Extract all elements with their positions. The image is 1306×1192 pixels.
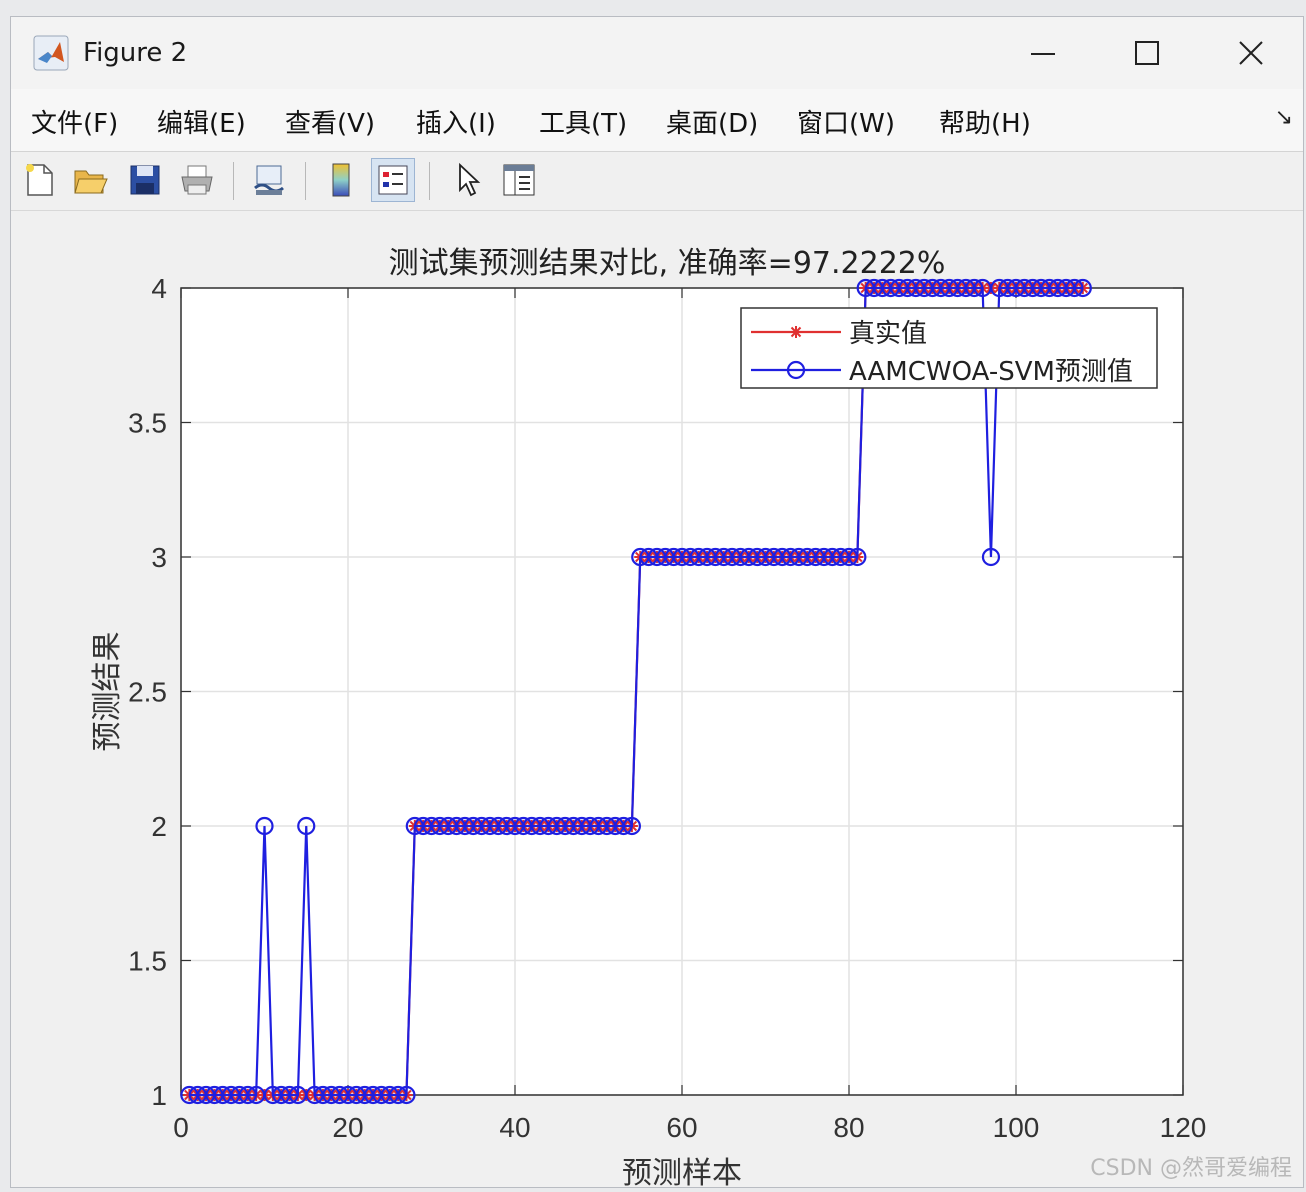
- menu-help[interactable]: 帮助(H): [939, 103, 1031, 140]
- select-pointer-icon: [459, 162, 481, 197]
- menu-insert[interactable]: 插入(I): [416, 103, 496, 140]
- y-tick-label: 3.5: [128, 408, 167, 439]
- property-inspector-icon: [503, 164, 535, 196]
- legend-icon: [378, 165, 408, 195]
- legend-button[interactable]: [371, 158, 415, 202]
- y-tick-label: 1.5: [128, 946, 167, 977]
- new-figure-button[interactable]: [17, 158, 61, 202]
- x-tick-label: 40: [499, 1112, 530, 1143]
- x-tick-label: 100: [993, 1112, 1040, 1143]
- link-plot-button[interactable]: [247, 158, 291, 202]
- chart-title: 测试集预测结果对比, 准确率=97.2222%: [389, 246, 946, 281]
- window-title: Figure 2: [83, 38, 188, 68]
- y-tick-label: 2.5: [128, 677, 167, 708]
- plot-chart[interactable]: 0 20 40 60 80 100 120 1 1.5 2 2.5 3 3.5 4 测试集预测结果对比, 准…: [11, 211, 1304, 1188]
- x-tick-label: 60: [666, 1112, 697, 1143]
- legend-entry-label: AAMCWOA-SVM预测值: [849, 357, 1133, 387]
- colorbar-button[interactable]: [319, 158, 363, 202]
- property-inspector-button[interactable]: [497, 158, 541, 202]
- figure-canvas-area: 0 20 40 60 80 100 120 1 1.5 2 2.5 3 3.5 4 测试集预测结果对比, 准…: [11, 211, 1304, 1188]
- title-bar[interactable]: Figure 2: [11, 17, 1303, 89]
- legend: 真实值 AAMCWOA-SVM预测值: [740, 307, 1158, 389]
- menu-tools[interactable]: 工具(T): [539, 103, 627, 140]
- menu-bar: 文件(F) 编辑(E) 查看(V) 插入(I) 工具(T) 桌面(D) 窗口(W…: [11, 89, 1303, 152]
- x-tick-label: 120: [1160, 1112, 1207, 1143]
- toolbar-separator: [233, 162, 234, 200]
- menu-desktop[interactable]: 桌面(D): [666, 103, 758, 140]
- y-tick-label: 1: [151, 1080, 167, 1111]
- menu-overflow-arrow[interactable]: ↘: [1275, 105, 1293, 130]
- new-figure-icon: [26, 164, 53, 196]
- close-button[interactable]: [1199, 17, 1303, 89]
- x-tick-label: 0: [173, 1112, 189, 1143]
- y-tick-label: 3: [151, 542, 167, 573]
- toolbar-separator: [305, 162, 306, 200]
- minimize-icon: [1031, 53, 1055, 55]
- maximize-icon: [1135, 41, 1159, 65]
- save-icon: [130, 165, 160, 195]
- y-tick-label: 2: [151, 811, 167, 842]
- menu-edit[interactable]: 编辑(E): [157, 103, 246, 140]
- y-tick-label: 4: [151, 273, 167, 304]
- legend-entry-label: 真实值: [849, 319, 927, 349]
- open-file-icon: [74, 170, 108, 194]
- x-tick-label: 80: [833, 1112, 864, 1143]
- toolbar: [11, 152, 1303, 211]
- link-plot-icon: [254, 165, 284, 195]
- menu-file[interactable]: 文件(F): [31, 103, 118, 140]
- open-file-button[interactable]: [69, 158, 113, 202]
- toolbar-separator: [429, 162, 430, 200]
- legend-marker-star: [790, 326, 802, 338]
- menu-view[interactable]: 查看(V): [285, 103, 375, 140]
- print-button[interactable]: [175, 158, 219, 202]
- x-tick-label: 20: [332, 1112, 363, 1143]
- maximize-button[interactable]: [1095, 17, 1199, 89]
- colorbar-icon: [332, 163, 350, 197]
- close-icon: [1239, 41, 1263, 65]
- print-icon: [181, 165, 213, 195]
- menu-window[interactable]: 窗口(W): [797, 103, 895, 140]
- save-button[interactable]: [123, 158, 167, 202]
- figure-window: Figure 2 文件(F) 编辑(E) 查看(V) 插入(I) 工具(T) 桌…: [10, 16, 1304, 1188]
- matlab-logo-icon: [33, 35, 69, 71]
- select-pointer-button[interactable]: [445, 158, 489, 202]
- csdn-watermark: CSDN @然哥爱编程: [1090, 1156, 1292, 1181]
- y-axis-label: 预测结果: [90, 632, 125, 752]
- minimize-button[interactable]: [991, 17, 1095, 89]
- x-axis-label: 预测样本: [622, 1156, 742, 1188]
